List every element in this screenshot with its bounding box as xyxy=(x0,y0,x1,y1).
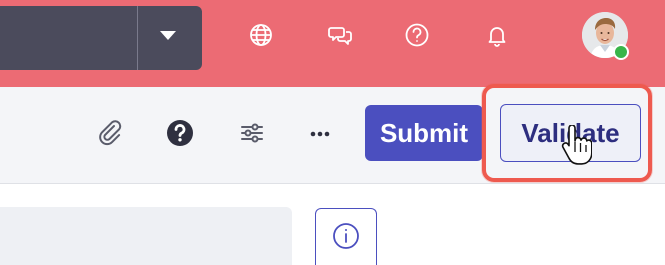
question-circle-icon[interactable] xyxy=(162,115,198,151)
help-icon[interactable] xyxy=(404,22,430,48)
hand-cursor-icon xyxy=(561,125,592,165)
sliders-icon[interactable] xyxy=(234,115,270,151)
online-status-badge xyxy=(613,44,629,60)
info-button[interactable] xyxy=(315,208,377,265)
chat-icon[interactable] xyxy=(328,22,354,48)
chevron-down-icon[interactable] xyxy=(160,31,176,40)
submit-button[interactable]: Submit xyxy=(365,105,483,161)
bell-icon[interactable] xyxy=(484,22,510,48)
more-icon[interactable] xyxy=(302,115,338,151)
info-icon xyxy=(333,223,359,249)
globe-icon[interactable] xyxy=(248,22,274,48)
paperclip-icon[interactable] xyxy=(92,115,128,151)
dropdown-divider xyxy=(137,6,138,70)
content-panel xyxy=(0,207,292,265)
